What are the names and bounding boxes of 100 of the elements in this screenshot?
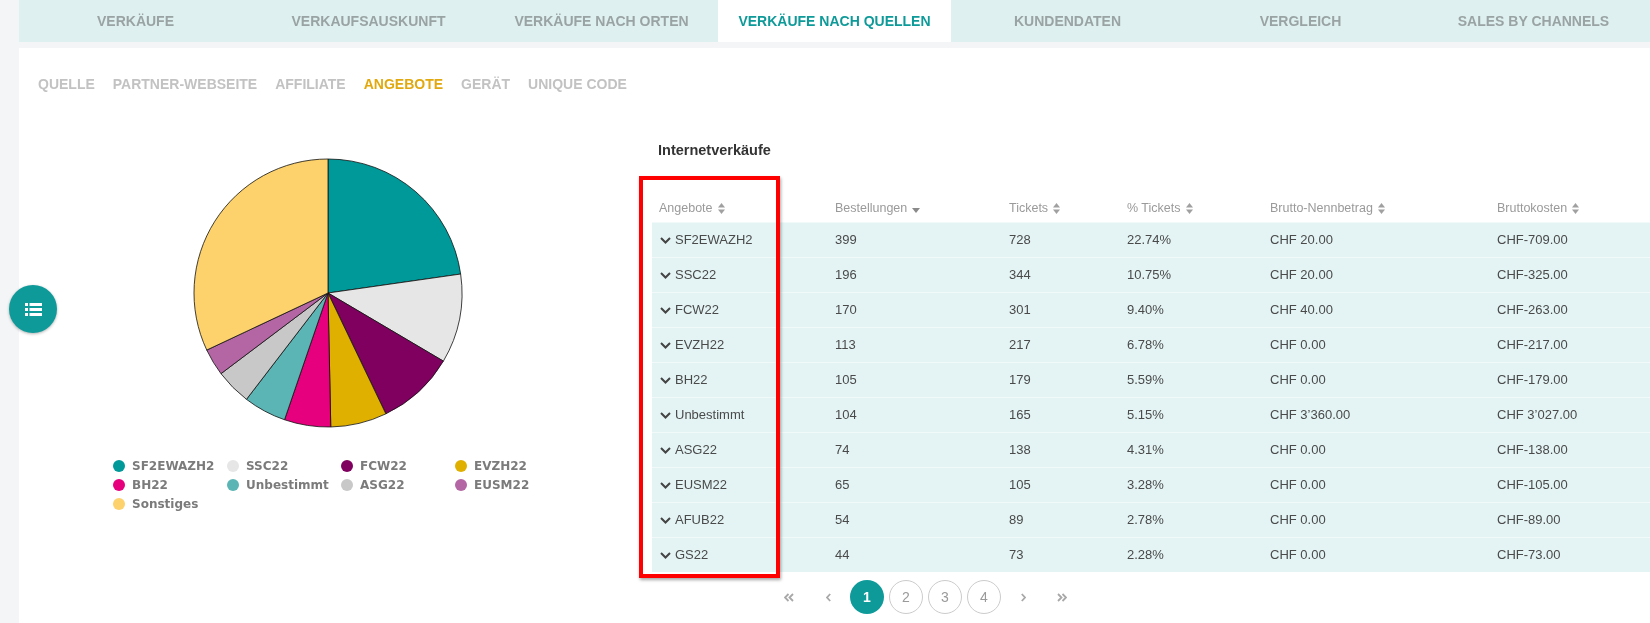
table-cell-text: EVZH22 [675, 336, 725, 355]
table-cell-text: 196 [835, 266, 857, 285]
legend-label: SF2EWAZH2 [132, 457, 215, 475]
table-cell-text: EUSM22 [675, 476, 728, 495]
sub-tab[interactable]: UNIQUE CODE [528, 74, 627, 94]
table-cell-text: 73 [1009, 546, 1024, 565]
legend-label: SSC22 [246, 457, 289, 475]
table-cell-text: 22.74% [1127, 231, 1172, 250]
chevron-down-icon[interactable] [660, 551, 671, 559]
table-cell-text: FCW22 [675, 301, 720, 320]
legend-label: ASG22 [360, 476, 405, 494]
table-cell-text: ASG22 [675, 441, 717, 460]
chevron-down-icon[interactable] [660, 446, 671, 454]
table-cell-text: CHF 20.00 [1270, 266, 1333, 285]
table-cell-text: SF2EWAZH2 [675, 231, 753, 250]
table-cell-text: CHF-325.00 [1497, 266, 1568, 285]
tab[interactable]: KUNDENDATEN [951, 0, 1184, 42]
table-cell-text: SSC22 [675, 266, 717, 285]
table-row[interactable]: EUSM22 65 105 3.28% CHF 0.00 CHF-105.00 [652, 467, 1650, 502]
table-cell-text: AFUB22 [675, 511, 725, 530]
page-button[interactable]: 4 [967, 580, 1001, 614]
table-row[interactable]: Unbestimmt 104 165 5.15% CHF 3’360.00 CHF 3’027.00 [652, 397, 1650, 432]
table-cell-text: 89 [1009, 511, 1024, 530]
table-cell-text: CHF 3’027.00 [1497, 406, 1578, 425]
table-cell-text: 44 [835, 546, 850, 565]
table-cell-text: CHF-105.00 [1497, 476, 1568, 495]
legend-label: Sonstiges [132, 495, 199, 513]
table-cell-text: 113 [835, 336, 856, 355]
table-row[interactable]: BH22 105 179 5.59% CHF 0.00 CHF-179.00 [652, 362, 1650, 397]
chevron-down-icon[interactable] [660, 341, 671, 349]
table-cell-text: CHF-179.00 [1497, 371, 1568, 390]
column-header[interactable]: Bruttokosten [1497, 199, 1580, 218]
table-cell-text: 138 [1009, 441, 1031, 460]
page-button[interactable]: 3 [928, 580, 962, 614]
table-cell-text: 10.75% [1127, 266, 1172, 285]
legend-label: Unbestimmt [246, 476, 329, 494]
table-cell-text: CHF-73.00 [1497, 546, 1561, 565]
table-cell-text: CHF 0.00 [1270, 371, 1326, 390]
table-cell-text: 2.28% [1127, 546, 1164, 565]
table-cell-text: 9.40% [1127, 301, 1164, 320]
column-header[interactable]: Bestellungen [835, 199, 921, 218]
chevron-down-icon[interactable] [660, 516, 671, 524]
chevron-down-icon[interactable] [660, 411, 671, 419]
sub-tab[interactable]: ANGEBOTE [363, 74, 444, 94]
table-title: Internetverkäufe [657, 141, 772, 160]
table-cell-text: CHF 20.00 [1270, 231, 1333, 250]
table-cell-text: CHF-709.00 [1497, 231, 1568, 250]
table-row[interactable]: ASG22 74 138 4.31% CHF 0.00 CHF-138.00 [652, 432, 1650, 467]
table-cell-text: CHF-138.00 [1497, 441, 1568, 460]
sub-tab[interactable]: GERÄT [461, 74, 511, 94]
table-cell-text: 301 [1009, 301, 1031, 320]
table-cell-text: CHF 0.00 [1270, 441, 1326, 460]
chevron-down-icon[interactable] [660, 306, 671, 314]
tab[interactable]: VERKÄUFE NACH ORTEN [485, 0, 718, 42]
column-header[interactable]: % Tickets [1127, 199, 1193, 218]
chevron-down-icon[interactable] [660, 271, 671, 279]
table-cell-text: CHF-263.00 [1497, 301, 1568, 320]
tab[interactable]: VERKÄUFE [19, 0, 252, 42]
page-button[interactable]: 2 [889, 580, 923, 614]
sub-tab[interactable]: QUELLE [38, 74, 95, 94]
table-cell-text: CHF 0.00 [1270, 476, 1326, 495]
list-button[interactable] [9, 285, 57, 333]
table-row[interactable]: EVZH22 113 217 6.78% CHF 0.00 CHF-217.00 [652, 327, 1650, 362]
table-cell-text: 104 [835, 406, 857, 425]
table-cell-text: 2.78% [1127, 511, 1164, 530]
table-row[interactable]: SSC22 196 344 10.75% CHF 20.00 CHF-325.00 [652, 257, 1650, 292]
table-row[interactable]: SF2EWAZH2 399 728 22.74% CHF 20.00 CHF-709.00 [652, 222, 1650, 257]
table-cell-text: CHF 0.00 [1270, 511, 1326, 530]
table-row[interactable]: FCW22 170 301 9.40% CHF 40.00 CHF-263.00 [652, 292, 1650, 327]
column-header[interactable]: Angebote [659, 199, 725, 218]
table-cell-text: 399 [835, 231, 857, 250]
tab[interactable]: VERGLEICH [1184, 0, 1417, 42]
column-header[interactable]: Brutto-Nennbetrag [1270, 199, 1385, 218]
table-cell-text: 105 [1009, 476, 1031, 495]
table-cell-text: GS22 [675, 546, 709, 565]
column-header[interactable]: Tickets [1009, 199, 1061, 218]
chevron-down-icon[interactable] [660, 481, 671, 489]
page-button[interactable]: 1 [850, 580, 884, 614]
chevron-left-icon [825, 592, 831, 602]
table-cell-text: CHF-89.00 [1497, 511, 1561, 530]
chevron-right-icon [1020, 592, 1026, 602]
legend-label: EVZH22 [474, 457, 527, 475]
table-cell-text: 728 [1009, 231, 1031, 250]
double-chevron-left-icon [784, 592, 794, 602]
table-cell-text: 5.59% [1127, 371, 1164, 390]
tab[interactable]: VERKÄUFE NACH QUELLEN [718, 0, 951, 42]
table-cell-text: 74 [835, 441, 850, 460]
sub-tab[interactable]: PARTNER-WEBSEITE [112, 74, 258, 94]
table-cell-text: CHF 3’360.00 [1270, 406, 1351, 425]
table-row[interactable]: AFUB22 54 89 2.78% CHF 0.00 CHF-89.00 [652, 502, 1650, 537]
tab[interactable]: SALES BY CHANNELS [1417, 0, 1650, 42]
list-icon [24, 302, 42, 316]
tab[interactable]: VERKAUFSAUSKUNFT [252, 0, 485, 42]
table-cell-text: 65 [835, 476, 850, 495]
table-row[interactable]: GS22 44 73 2.28% CHF 0.00 CHF-73.00 [652, 537, 1650, 572]
table-cell-text: 170 [835, 301, 857, 320]
sub-tab[interactable]: AFFILIATE [275, 74, 346, 94]
chevron-down-icon[interactable] [660, 376, 671, 384]
table-cell-text: 5.15% [1127, 406, 1164, 425]
chevron-down-icon[interactable] [660, 236, 671, 244]
